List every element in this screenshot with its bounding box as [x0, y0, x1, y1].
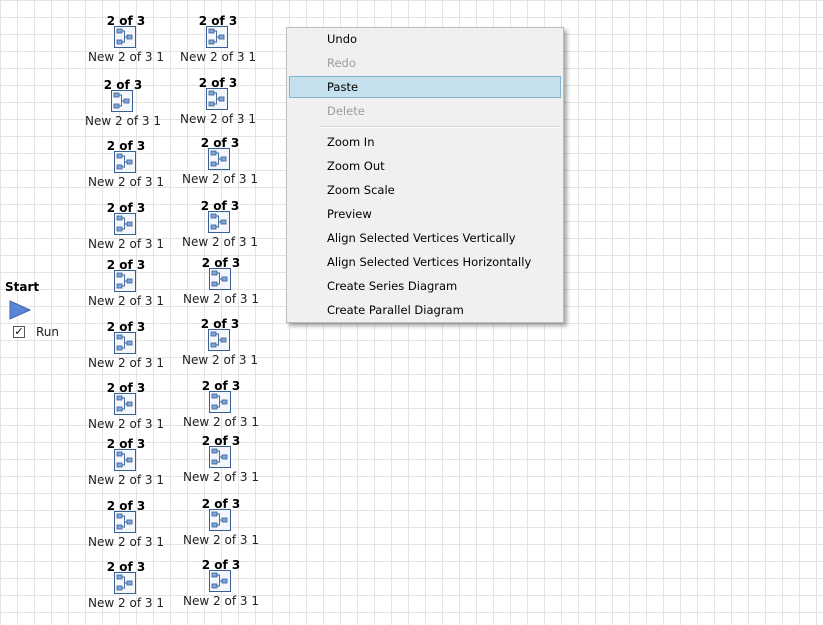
node-label: New 2 of 3 1 [88, 294, 164, 308]
diagram-node[interactable]: 2 of 3 New 2 of 3 1 [86, 560, 166, 616]
menu-item-paste[interactable]: Paste [289, 76, 561, 98]
diagram-node[interactable]: 2 of 3 New 2 of 3 1 [86, 14, 166, 70]
flow-diagram-icon [114, 511, 136, 533]
diagram-node[interactable]: 2 of 3 New 2 of 3 1 [181, 379, 261, 435]
diagram-node[interactable]: 2 of 3 New 2 of 3 1 [86, 437, 166, 493]
flow-diagram-icon [209, 570, 231, 592]
node-label: New 2 of 3 1 [183, 292, 259, 306]
flow-diagram-icon [114, 213, 136, 235]
flow-diagram-icon [208, 148, 230, 170]
diagram-node[interactable]: 2 of 3 New 2 of 3 1 [86, 139, 166, 195]
diagram-node[interactable]: 2 of 3 New 2 of 3 1 [83, 78, 163, 134]
flow-diagram-icon [111, 90, 133, 112]
diagram-node[interactable]: 2 of 3 New 2 of 3 1 [180, 317, 260, 373]
flow-diagram-icon [114, 151, 136, 173]
diagram-node[interactable]: 2 of 3 New 2 of 3 1 [86, 201, 166, 257]
menu-item-create-parallel-diagram[interactable]: Create Parallel Diagram [289, 299, 561, 321]
node-label: New 2 of 3 1 [88, 50, 164, 64]
diagram-node[interactable]: 2 of 3 New 2 of 3 1 [181, 558, 261, 614]
run-checkbox[interactable]: ✓ [13, 326, 25, 338]
menu-item-redo: Redo [327, 56, 356, 70]
node-label: New 2 of 3 1 [182, 235, 258, 249]
node-label: New 2 of 3 1 [183, 533, 259, 547]
node-label: New 2 of 3 1 [183, 470, 259, 484]
flow-diagram-icon [114, 270, 136, 292]
flow-diagram-icon [208, 211, 230, 233]
context-menu: Undo Redo Paste Delete Zoom In Zoom Out … [286, 27, 564, 323]
node-label: New 2 of 3 1 [88, 356, 164, 370]
flow-diagram-icon [206, 88, 228, 110]
flow-diagram-icon [209, 391, 231, 413]
menu-item-preview[interactable]: Preview [289, 203, 561, 225]
menu-item-undo[interactable]: Undo [289, 28, 561, 50]
run-label: Run [36, 325, 60, 339]
diagram-node[interactable]: 2 of 3 New 2 of 3 1 [86, 258, 166, 314]
flow-diagram-icon [114, 26, 136, 48]
diagram-node[interactable]: 2 of 3 New 2 of 3 1 [181, 434, 261, 490]
menu-item-create-series-diagram[interactable]: Create Series Diagram [289, 275, 561, 297]
node-label: New 2 of 3 1 [180, 112, 256, 126]
diagram-node[interactable]: 2 of 3 New 2 of 3 1 [181, 256, 261, 312]
menu-item-delete: Delete [327, 104, 365, 118]
flow-diagram-icon [209, 509, 231, 531]
diagram-node[interactable]: 2 of 3 New 2 of 3 1 [178, 14, 258, 70]
node-label: New 2 of 3 1 [88, 175, 164, 189]
node-label: New 2 of 3 1 [88, 596, 164, 610]
play-arrow-icon[interactable] [9, 300, 31, 320]
flow-diagram-icon [114, 393, 136, 415]
flow-diagram-icon [206, 26, 228, 48]
node-label: New 2 of 3 1 [88, 237, 164, 251]
node-label: New 2 of 3 1 [182, 172, 258, 186]
menu-item-zoom-out[interactable]: Zoom Out [289, 155, 561, 177]
node-label: New 2 of 3 1 [183, 415, 259, 429]
flow-diagram-icon [209, 446, 231, 468]
node-label: New 2 of 3 1 [182, 353, 258, 367]
diagram-node[interactable]: 2 of 3 New 2 of 3 1 [86, 499, 166, 555]
diagram-node[interactable]: 2 of 3 New 2 of 3 1 [180, 199, 260, 255]
menu-item-align-vertically[interactable]: Align Selected Vertices Vertically [289, 227, 561, 249]
node-label: New 2 of 3 1 [180, 50, 256, 64]
flow-diagram-icon [209, 268, 231, 290]
diagram-node[interactable]: 2 of 3 New 2 of 3 1 [86, 381, 166, 437]
diagram-node[interactable]: 2 of 3 New 2 of 3 1 [181, 497, 261, 553]
diagram-node[interactable]: 2 of 3 New 2 of 3 1 [180, 136, 260, 192]
flow-diagram-icon [208, 329, 230, 351]
diagram-node[interactable]: 2 of 3 New 2 of 3 1 [178, 76, 258, 132]
menu-item-zoom-in[interactable]: Zoom In [289, 131, 561, 153]
flow-diagram-icon [114, 332, 136, 354]
start-node[interactable]: Start ✓ Run [5, 280, 75, 344]
node-label: New 2 of 3 1 [85, 114, 161, 128]
start-title: Start [5, 280, 40, 294]
menu-separator [321, 126, 559, 128]
flow-diagram-icon [114, 572, 136, 594]
node-label: New 2 of 3 1 [88, 417, 164, 431]
diagram-canvas[interactable]: 2 of 3 New 2 of 3 1 2 of 3 New 2 of 3 1 … [0, 0, 823, 625]
node-label: New 2 of 3 1 [88, 473, 164, 487]
node-label: New 2 of 3 1 [88, 535, 164, 549]
flow-diagram-icon [114, 449, 136, 471]
menu-item-zoom-scale[interactable]: Zoom Scale [289, 179, 561, 201]
menu-item-align-horizontally[interactable]: Align Selected Vertices Horizontally [289, 251, 561, 273]
diagram-node[interactable]: 2 of 3 New 2 of 3 1 [86, 320, 166, 376]
node-label: New 2 of 3 1 [183, 594, 259, 608]
